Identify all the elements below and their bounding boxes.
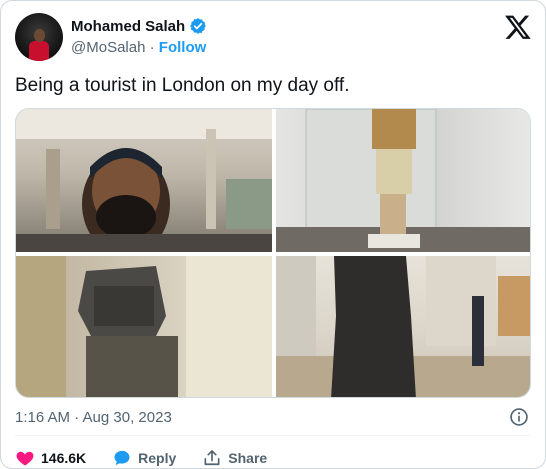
photo-selfie-art <box>16 109 272 252</box>
avatar-head <box>34 29 45 42</box>
handle-row: @MoSalah · Follow <box>71 39 206 56</box>
tweet-card: Mohamed Salah @MoSalah · Follow Being a … <box>0 0 546 469</box>
info-icon[interactable] <box>509 407 529 427</box>
action-bar: 146.6K Reply Share <box>15 447 293 469</box>
x-logo-icon[interactable] <box>504 13 532 41</box>
follow-button[interactable]: Follow <box>159 39 207 56</box>
like-button[interactable]: 146.6K <box>15 448 86 468</box>
photo-statue-case[interactable] <box>276 109 530 252</box>
heart-icon <box>16 451 34 466</box>
author-handle[interactable]: @MoSalah <box>71 39 145 56</box>
avatar[interactable] <box>15 13 63 61</box>
tweet-text: Being a tourist in London on my day off. <box>15 75 350 96</box>
reply-button[interactable]: Reply <box>112 448 176 468</box>
photo-selfie-museum[interactable] <box>16 109 272 252</box>
share-icon <box>204 450 220 466</box>
reply-label: Reply <box>138 450 177 466</box>
handle-separator: · <box>149 39 155 56</box>
verified-badge-icon <box>190 18 207 34</box>
photo-dark-sculpture[interactable] <box>16 256 272 397</box>
share-button[interactable]: Share <box>202 448 267 468</box>
tweet-timestamp[interactable]: 1:16 AM · Aug 30, 2023 <box>15 409 172 426</box>
author-name-row: Mohamed Salah <box>71 17 207 35</box>
photo-sculpture-art <box>16 256 272 397</box>
author-name[interactable]: Mohamed Salah <box>71 18 185 35</box>
photo-gallery-hall[interactable] <box>276 256 530 397</box>
divider <box>15 435 531 436</box>
avatar-shirt <box>29 41 49 61</box>
photo-statue-art <box>276 109 530 252</box>
share-label: Share <box>228 450 268 466</box>
like-count: 146.6K <box>41 450 87 466</box>
media-grid <box>15 108 531 398</box>
reply-bubble-icon <box>114 450 130 466</box>
photo-gallery-art <box>276 256 530 397</box>
